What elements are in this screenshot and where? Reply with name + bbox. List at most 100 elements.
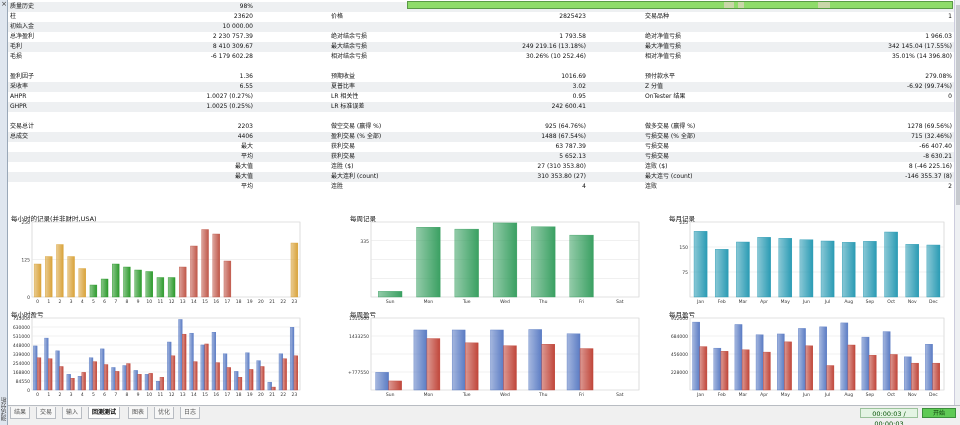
x-tick-label: Tue: [462, 392, 471, 398]
x-tick-label: Jan: [696, 392, 704, 398]
stat-label: 获利交易: [331, 143, 356, 150]
y-tick-label: 125: [21, 258, 30, 264]
strategy-tester-window: × 测试分析 质量历史 98% 柱 23620 价格 2825423 交易品种 1 初始入金 10…: [0, 0, 960, 425]
tab-4[interactable]: 图表: [128, 407, 149, 419]
x-tick-label: 21: [269, 392, 275, 398]
x-tick-label: May: [781, 392, 791, 398]
x-tick-label: Fri: [579, 392, 584, 398]
x-tick-label: 5: [92, 392, 95, 398]
bar: [55, 350, 60, 391]
tab-1[interactable]: 交易: [36, 407, 57, 419]
bar: [200, 344, 205, 391]
x-tick-label: Mar: [739, 299, 748, 305]
x-tick-label: Oct: [887, 299, 895, 305]
stat-value: 最大: [240, 143, 253, 150]
bar: [569, 234, 594, 298]
y-tick-label: 912000: [671, 316, 688, 322]
stats-row: 毛利 8 410 309.67 最大结余亏损 249 219.16 (13.18%) 最…: [8, 42, 954, 52]
tab-5[interactable]: 优化: [154, 407, 175, 419]
scrollbar-thumb[interactable]: [956, 5, 960, 205]
chart-plot: 335 Sun Mon Tue Wed Thu Fri Sat: [360, 221, 640, 305]
tab-6[interactable]: 日志: [180, 407, 201, 419]
x-tick-label: 6: [103, 392, 106, 398]
y-tick-label: 1433250: [349, 334, 369, 340]
x-tick-label: 20: [258, 299, 264, 305]
bar: [819, 326, 827, 391]
stat-label: LR 相关性: [331, 93, 359, 100]
y-tick-label: 254000: [13, 361, 30, 367]
stat-value: -8 630.21: [923, 153, 952, 160]
x-tick-label: Sat: [616, 299, 624, 305]
x-tick-label: Oct: [887, 392, 895, 398]
start-button[interactable]: 开始: [922, 408, 956, 418]
tab-0[interactable]: 结果: [10, 407, 31, 419]
y-tick-label: 150: [679, 245, 688, 251]
bar: [503, 345, 517, 391]
close-icon[interactable]: ×: [0, 0, 8, 8]
x-tick-label: 19: [247, 392, 253, 398]
bar: [182, 333, 187, 391]
stat-value: -6.92 (99.74%): [907, 83, 952, 90]
bar: [67, 256, 75, 298]
x-tick-label: 6: [103, 299, 106, 305]
stat-label: 亏损交易: [645, 143, 670, 150]
bar: [454, 228, 479, 298]
x-tick-label: 13: [180, 299, 186, 305]
stat-value: 0.95: [572, 93, 586, 100]
y-tick-label: 684000: [671, 334, 688, 340]
x-tick-label: Dec: [929, 299, 938, 305]
history-quality-bar: [407, 1, 953, 9]
stat-value: 1016.69: [561, 73, 586, 80]
vertical-scrollbar[interactable]: [954, 0, 960, 405]
bar: [156, 277, 165, 298]
x-tick-label: 11: [158, 299, 164, 305]
x-tick-label: 20: [258, 392, 264, 398]
x-tick-label: 16: [213, 299, 219, 305]
stat-value: 8 410 309.67: [212, 43, 253, 50]
side-panel-label: 测试分析: [1, 397, 8, 421]
bar: [88, 357, 94, 391]
bar: [720, 351, 729, 391]
stats-row: 采收率 6.55 夏普比率 3.02 Z 分值 -6.92 (99.74%): [8, 82, 954, 92]
bar: [70, 378, 75, 391]
stat-value: 最大值: [234, 173, 253, 180]
tab-2[interactable]: 输入: [62, 407, 83, 419]
stat-label: 连败 ($): [645, 163, 668, 170]
bar: [201, 229, 209, 298]
bar: [841, 242, 856, 298]
y-tick-label: +777550: [348, 370, 369, 376]
x-tick-label: Jun: [802, 299, 810, 305]
x-tick-label: 15: [202, 392, 208, 398]
x-tick-label: Jul: [824, 392, 830, 398]
stat-value: 715 (32.46%): [911, 133, 952, 140]
x-tick-label: Sep: [866, 299, 875, 305]
x-tick-label: 13: [180, 392, 186, 398]
bar: [81, 372, 86, 391]
bar: [566, 333, 581, 391]
stat-value: 5 652.13: [559, 153, 586, 160]
stat-label: 做空交易 (赢得 %): [331, 123, 382, 130]
bar: [178, 319, 183, 391]
bar: [413, 329, 428, 391]
bar: [237, 377, 243, 391]
stat-value: 35.01% (14 396.80): [891, 53, 952, 60]
bar: [92, 361, 97, 391]
y-tick-label: 228000: [671, 370, 688, 376]
stat-label: 预期收益: [331, 73, 356, 80]
tester-side-panel: × 测试分析: [0, 0, 8, 425]
stat-label: 最大结余亏损: [331, 43, 368, 50]
stat-label: 亏损交易: [645, 153, 670, 160]
week-pnl-chart: 每周盈亏 1511000 1433250 +777550 Sun Mon Tue Wed Thu…: [347, 308, 647, 405]
stat-value: 4406: [237, 133, 253, 140]
x-tick-label: 10: [146, 299, 152, 305]
x-tick-label: Sat: [616, 392, 624, 398]
stat-value: 2203: [237, 123, 253, 130]
stat-label: 绝对净值亏损: [645, 33, 682, 40]
stat-label: LR 标准误差: [331, 103, 365, 110]
bar: [260, 366, 265, 391]
tab-3[interactable]: 回测测试: [88, 407, 121, 419]
bar: [211, 332, 217, 391]
bar: [714, 249, 729, 298]
x-tick-label: 0: [36, 392, 39, 398]
stats-row: 毛损 -6 179 602.28 相对结余亏损 30.26% (10 252.46) 相…: [8, 52, 954, 62]
